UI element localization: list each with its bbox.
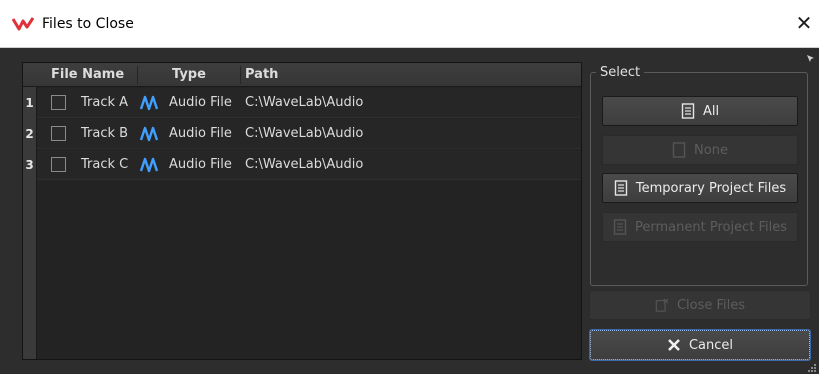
select-all-label: All — [702, 103, 720, 119]
type-cell: Audio File — [169, 95, 232, 110]
window-title: Files to Close — [42, 16, 134, 32]
dialog-body: File Name Type Path 1 Track A Audio File… — [0, 48, 819, 374]
table-header: File Name Type Path — [23, 63, 581, 87]
type-cell: Audio File — [169, 157, 232, 172]
pin-icon[interactable] — [806, 54, 816, 64]
files-table: File Name Type Path 1 Track A Audio File… — [22, 62, 582, 360]
cancel-label: Cancel — [688, 337, 734, 353]
table-row[interactable]: 2 Track B Audio File C:\WaveLab\Audio — [23, 119, 581, 149]
select-none-button[interactable]: None — [602, 135, 798, 165]
file-name-cell: Track B — [81, 126, 129, 141]
document-list-icon — [613, 219, 627, 235]
document-list-icon — [614, 180, 628, 196]
document-icon — [672, 142, 686, 158]
table-row[interactable]: 3 Track C Audio File C:\WaveLab\Audio — [23, 150, 581, 180]
audio-wave-icon — [139, 126, 159, 142]
audio-wave-icon — [139, 157, 159, 173]
file-name-cell: Track A — [81, 95, 129, 110]
wavelab-app-icon — [12, 17, 34, 31]
path-cell: C:\WaveLab\Audio — [245, 126, 364, 141]
document-list-icon — [681, 103, 695, 119]
file-name-cell: Track C — [81, 157, 129, 172]
column-header-path[interactable]: Path — [245, 63, 278, 87]
close-files-label: Close Files — [676, 297, 746, 313]
path-cell: C:\WaveLab\Audio — [245, 95, 364, 110]
cancel-button[interactable]: Cancel — [589, 329, 811, 361]
column-header-file-name[interactable]: File Name — [51, 63, 124, 87]
close-icon[interactable]: ✕ — [793, 12, 815, 34]
type-cell: Audio File — [169, 126, 232, 141]
row-checkbox[interactable] — [51, 157, 66, 172]
select-permanent-files-label: Permanent Project Files — [635, 219, 787, 235]
audio-wave-icon — [139, 95, 159, 111]
resize-grip-icon[interactable] — [808, 364, 816, 372]
select-temporary-files-button[interactable]: Temporary Project Files — [602, 173, 798, 203]
column-divider[interactable] — [137, 66, 138, 84]
select-none-label: None — [694, 142, 728, 158]
select-all-button[interactable]: All — [602, 96, 798, 126]
close-files-button[interactable]: Close Files — [589, 290, 811, 320]
column-divider[interactable] — [240, 66, 241, 84]
select-temporary-files-label: Temporary Project Files — [635, 180, 787, 196]
table-row[interactable]: 1 Track A Audio File C:\WaveLab\Audio — [23, 88, 581, 118]
select-group-label: Select — [596, 65, 645, 80]
row-number: 1 — [23, 88, 37, 118]
row-checkbox[interactable] — [51, 126, 66, 141]
select-permanent-files-button[interactable]: Permanent Project Files — [602, 212, 798, 242]
close-document-icon — [655, 298, 669, 312]
row-checkbox[interactable] — [51, 95, 66, 110]
row-number: 2 — [23, 119, 37, 149]
title-bar: Files to Close ✕ — [0, 0, 819, 48]
cancel-x-icon — [668, 339, 680, 351]
path-cell: C:\WaveLab\Audio — [245, 157, 364, 172]
row-number: 3 — [23, 150, 37, 180]
column-header-type[interactable]: Type — [172, 63, 206, 87]
